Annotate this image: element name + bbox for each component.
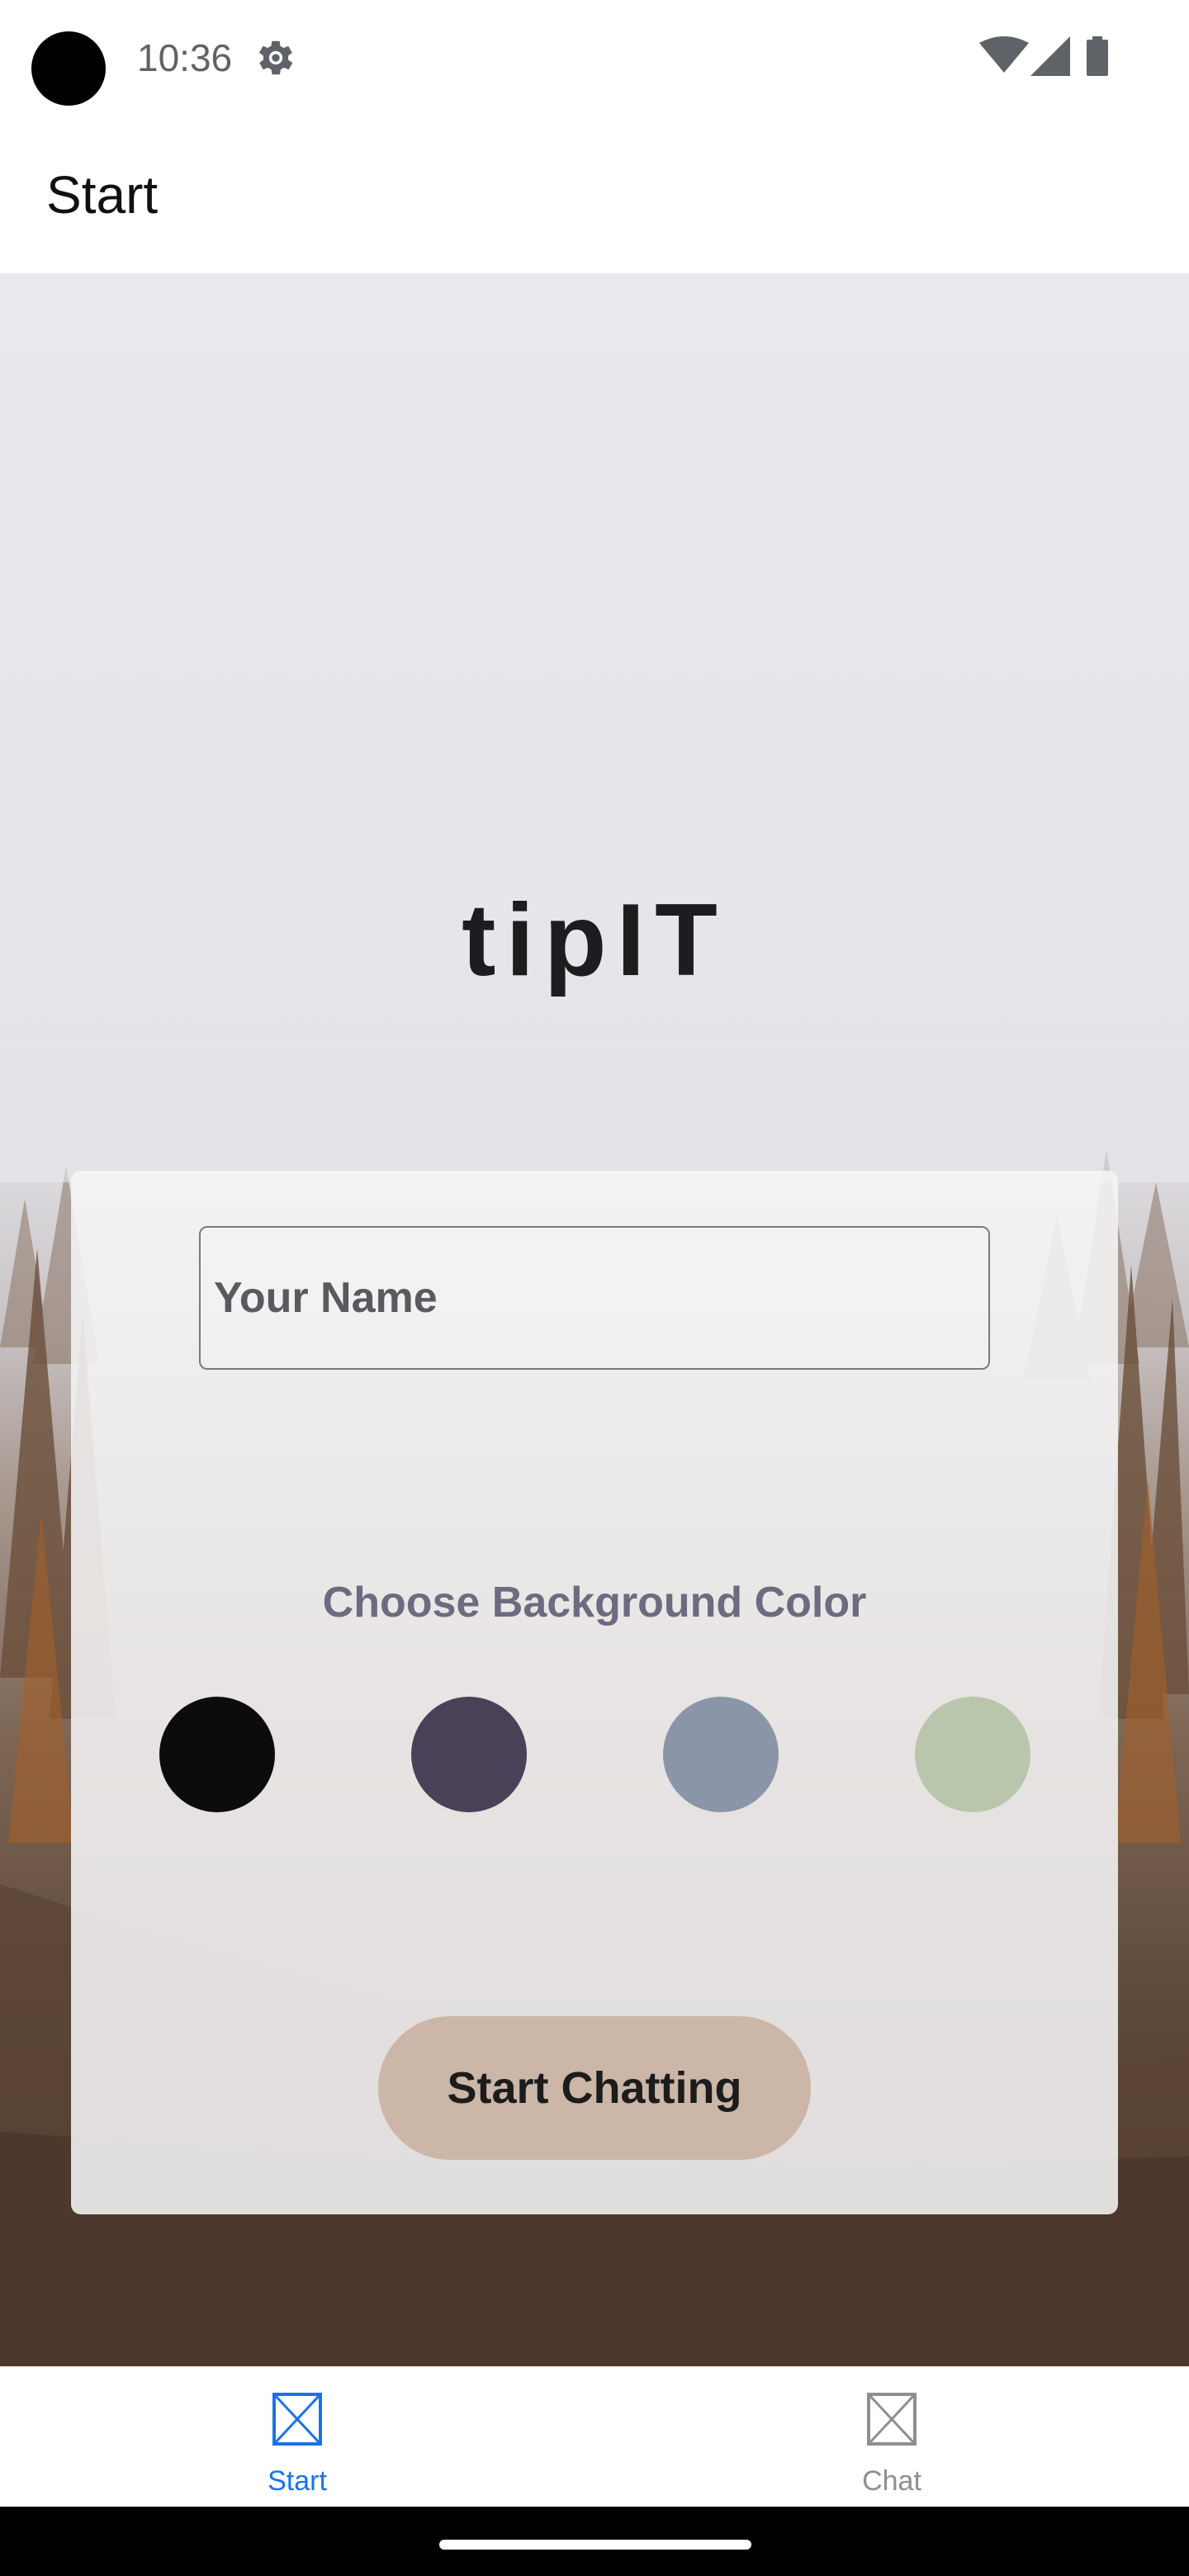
color-swatch-purple[interactable] [411,1697,527,1812]
bottom-tab-bar: Start Chat [0,2366,1189,2507]
status-bar: 10:36 [0,0,1189,116]
tab-start[interactable]: Start [0,2366,594,2507]
name-input[interactable] [199,1226,990,1370]
color-swatch-black[interactable] [159,1697,275,1812]
color-swatch-green[interactable] [915,1697,1030,1812]
tab-chat[interactable]: Chat [594,2366,1189,2507]
app-header: Start [0,116,1189,274]
camera-cutout [31,31,106,106]
page-title: Start [46,165,159,225]
color-swatch-blue-gray[interactable] [663,1697,779,1812]
system-nav-bar [0,2507,1189,2576]
signal-icon [1030,36,1070,76]
status-time: 10:36 [137,36,233,79]
start-chatting-button[interactable]: Start Chatting [378,2016,811,2160]
gear-icon [258,40,293,75]
wifi-icon [979,36,1029,73]
choose-color-label: Choose Background Color [322,1579,867,1627]
start-form-card: Choose Background Color Start Chatting [71,1171,1118,2214]
image-placeholder-icon [272,2393,322,2446]
home-indicator[interactable] [439,2540,751,2550]
app-logo: tipIT [462,883,727,997]
tab-chat-label: Chat [862,2465,921,2497]
tab-start-label: Start [268,2465,327,2497]
image-placeholder-icon [867,2393,917,2446]
battery-icon [1087,36,1108,76]
